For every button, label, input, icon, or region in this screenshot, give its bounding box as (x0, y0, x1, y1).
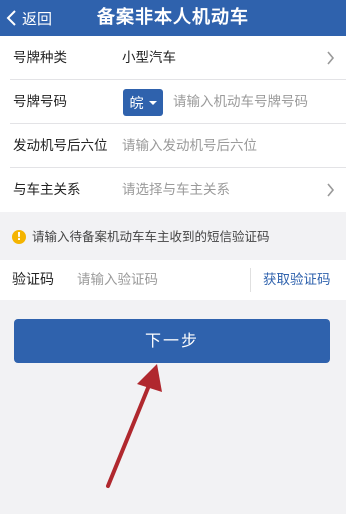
annotation-arrow (106, 364, 162, 488)
